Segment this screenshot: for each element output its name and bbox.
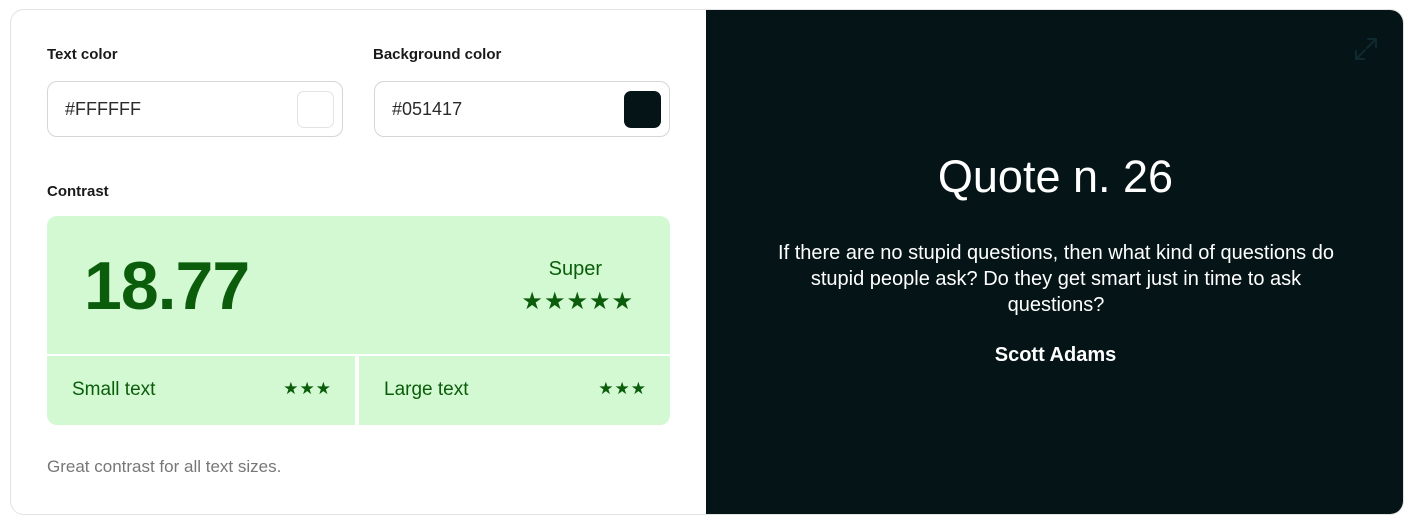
small-text-label: Small text xyxy=(72,379,156,400)
large-text-label: Large text xyxy=(384,379,469,400)
contrast-result: 18.77 Super ★★★★★ Small text ★★★ Large t… xyxy=(47,216,670,425)
text-color-field[interactable] xyxy=(47,81,343,137)
contrast-summary: 18.77 Super ★★★★★ xyxy=(47,216,670,354)
preview-panel: Quote n. 26 If there are no stupid quest… xyxy=(706,10,1403,514)
background-color-field[interactable] xyxy=(374,81,670,137)
contrast-stars: ★★★★★ xyxy=(521,288,634,315)
contrast-checker-card: Text color Background color Contrast 18.… xyxy=(10,9,1404,515)
background-color-swatch[interactable] xyxy=(624,90,661,128)
small-text-stars: ★★★ xyxy=(283,379,332,398)
contrast-label: Contrast xyxy=(47,183,109,200)
contrast-ratio: 18.77 xyxy=(84,248,250,324)
quote-text: If there are no stupid questions, then w… xyxy=(778,242,1334,316)
background-color-input[interactable] xyxy=(392,98,592,120)
contrast-note: Great contrast for all text sizes. xyxy=(47,457,282,476)
large-text-stars: ★★★ xyxy=(598,379,647,398)
controls-panel: Text color Background color Contrast 18.… xyxy=(11,10,706,514)
expand-icon[interactable] xyxy=(1353,36,1379,62)
background-color-label: Background color xyxy=(373,46,502,63)
contrast-rating: Super xyxy=(548,258,602,280)
large-text-result: Large text ★★★ xyxy=(359,356,670,425)
quote-author: Scott Adams xyxy=(994,344,1117,366)
quote-title: Quote n. 26 xyxy=(937,151,1174,202)
text-color-swatch[interactable] xyxy=(297,90,334,128)
small-text-result: Small text ★★★ xyxy=(47,356,355,425)
text-color-label: Text color xyxy=(47,46,118,63)
text-color-input[interactable] xyxy=(65,98,265,120)
